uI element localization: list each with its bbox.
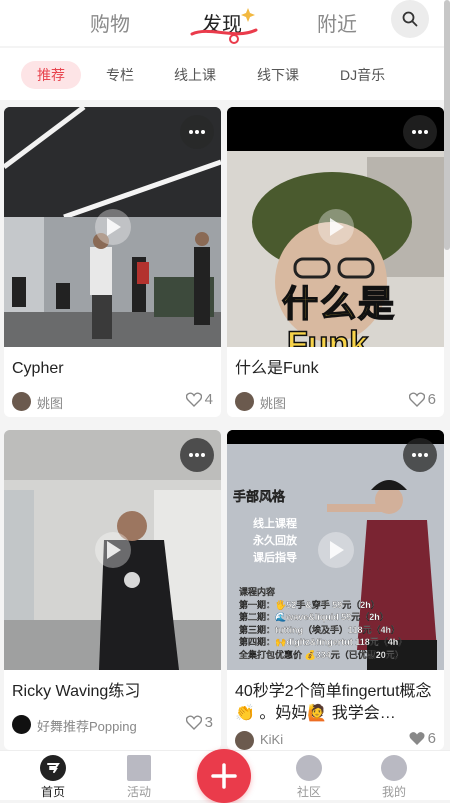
- video-thumbnail[interactable]: [4, 107, 221, 347]
- profile-icon: [381, 755, 407, 781]
- more-options-button[interactable]: [403, 438, 437, 472]
- search-icon: [402, 11, 418, 27]
- more-options-button[interactable]: [403, 115, 437, 149]
- card-title: 什么是Funk: [235, 360, 319, 377]
- poster-feature: 课后指导: [253, 552, 297, 564]
- video-thumbnail[interactable]: [4, 430, 221, 670]
- card-title: Ricky Waving练习: [12, 683, 141, 700]
- card-meta: 姚图 6: [227, 390, 444, 414]
- heart-icon: [408, 392, 425, 407]
- chip-column[interactable]: 专栏: [106, 61, 134, 89]
- scrollbar[interactable]: [444, 0, 450, 250]
- heart-icon: [185, 392, 202, 407]
- avatar[interactable]: [235, 731, 254, 750]
- author-name[interactable]: 姚图: [260, 393, 286, 412]
- search-button[interactable]: [391, 0, 429, 38]
- like-count: 4: [204, 391, 213, 408]
- feed-card-fingertut[interactable]: 手部风格 线上课程 永久回放 课后指导 课程内容 第一期：🖐52手&穿手 59元…: [227, 430, 444, 750]
- feed-card-ricky-waving[interactable]: Ricky Waving练习 好舞推荐Popping 3: [4, 430, 221, 750]
- more-dots-icon: [412, 453, 428, 457]
- feed-card-funk[interactable]: 什么是 Funk 什么是Funk 姚图 6: [227, 107, 444, 417]
- heart-icon: [409, 732, 425, 745]
- plus-icon: [211, 763, 237, 789]
- chip-dj-music[interactable]: DJ音乐: [340, 61, 385, 89]
- play-button[interactable]: [317, 209, 354, 245]
- play-button[interactable]: [94, 209, 131, 245]
- poster-heading: 手部风格: [233, 489, 286, 504]
- play-icon: [106, 218, 121, 236]
- like-count: 3: [204, 714, 213, 731]
- author-name[interactable]: KiKi: [260, 732, 283, 747]
- video-thumbnail[interactable]: 什么是 Funk: [227, 107, 444, 347]
- more-dots-icon: [189, 130, 205, 134]
- top-tab-bar: 购物 发现 附近: [0, 0, 450, 46]
- avatar[interactable]: [235, 392, 254, 411]
- tab-nearby[interactable]: 附近: [317, 8, 357, 37]
- card-title: Cypher: [12, 360, 64, 377]
- category-tab-bar: 推荐 专栏 线上课 线下课 DJ音乐: [0, 48, 450, 100]
- card-meta: 好舞推荐Popping 3: [4, 713, 221, 737]
- add-button[interactable]: [197, 749, 251, 803]
- more-dots-icon: [412, 130, 428, 134]
- like-button[interactable]: 6: [409, 730, 436, 747]
- poster-section-title: 课程内容: [239, 587, 276, 597]
- nav-mine-label: 我的: [381, 785, 406, 799]
- like-count: 6: [427, 730, 436, 747]
- planet-icon: [296, 755, 322, 781]
- play-button[interactable]: [94, 532, 131, 568]
- more-dots-icon: [189, 453, 205, 457]
- like-button[interactable]: 6: [408, 391, 436, 408]
- like-button[interactable]: 3: [185, 714, 213, 731]
- nav-community-label: 社区: [296, 785, 321, 799]
- author-name[interactable]: 好舞推荐Popping: [37, 716, 137, 735]
- chip-online-course[interactable]: 线上课: [174, 61, 216, 89]
- overlay-caption-funk: Funk: [286, 324, 369, 347]
- feed-card-cypher[interactable]: Cypher 姚图 4: [4, 107, 221, 417]
- nav-activity-label: 活动: [126, 785, 151, 799]
- poster-item: 第三期：tutting（埃及手）118元（4h）: [239, 624, 401, 635]
- play-icon: [329, 541, 344, 559]
- like-count: 6: [427, 391, 436, 408]
- home-icon: [40, 755, 66, 781]
- nav-home-label: 首页: [40, 785, 65, 799]
- more-options-button[interactable]: [180, 115, 214, 149]
- tab-discover[interactable]: 发现: [202, 8, 242, 37]
- nav-community[interactable]: 社区: [279, 755, 339, 800]
- play-button[interactable]: [317, 532, 354, 568]
- avatar[interactable]: [12, 715, 31, 734]
- like-button[interactable]: 4: [185, 391, 213, 408]
- play-icon: [106, 541, 121, 559]
- overlay-caption-what-is: 什么是: [281, 282, 397, 325]
- tab-shopping[interactable]: 购物: [90, 8, 130, 37]
- nav-activity[interactable]: 活动: [109, 755, 169, 800]
- poster-item: 第四期：🙌digitz&fingertut 118元（4h）: [239, 637, 408, 647]
- play-icon: [329, 218, 344, 236]
- poster-features: 线上课程 永久回放 课后指导: [253, 516, 297, 567]
- more-options-button[interactable]: [180, 438, 214, 472]
- poster-item: 全集打包优惠价 💰334元（已优惠20元）: [239, 649, 404, 660]
- poster-feature: 永久回放: [253, 535, 297, 547]
- avatar[interactable]: [12, 392, 31, 411]
- card-meta: KiKi 6: [227, 729, 444, 750]
- heart-icon: [185, 715, 202, 730]
- poster-item: 第二期：🌊wave&liquid 59元（2h）: [239, 612, 389, 622]
- chip-offline-course[interactable]: 线下课: [257, 61, 299, 89]
- nav-home[interactable]: 首页: [23, 755, 83, 800]
- chip-recommend[interactable]: 推荐: [21, 61, 81, 89]
- bottom-navigation: 首页 活动 社区 我的: [0, 749, 450, 803]
- poster-item: 第一期：🖐52手&穿手 59元（2h）: [239, 599, 380, 610]
- poster-course-list: 课程内容 第一期：🖐52手&穿手 59元（2h） 第二期：🌊wave&liqui…: [239, 586, 444, 661]
- card-title: 40秒学2个简单fingertut概念👏 。妈妈🙋 我学会…: [235, 683, 432, 722]
- poster-feature: 线上课程: [253, 518, 297, 530]
- nav-mine[interactable]: 我的: [364, 755, 424, 800]
- bookmark-star-icon: [127, 755, 151, 781]
- video-thumbnail[interactable]: 手部风格 线上课程 永久回放 课后指导 课程内容 第一期：🖐52手&穿手 59元…: [227, 430, 444, 670]
- author-name[interactable]: 姚图: [37, 393, 63, 412]
- card-meta: 姚图 4: [4, 390, 221, 414]
